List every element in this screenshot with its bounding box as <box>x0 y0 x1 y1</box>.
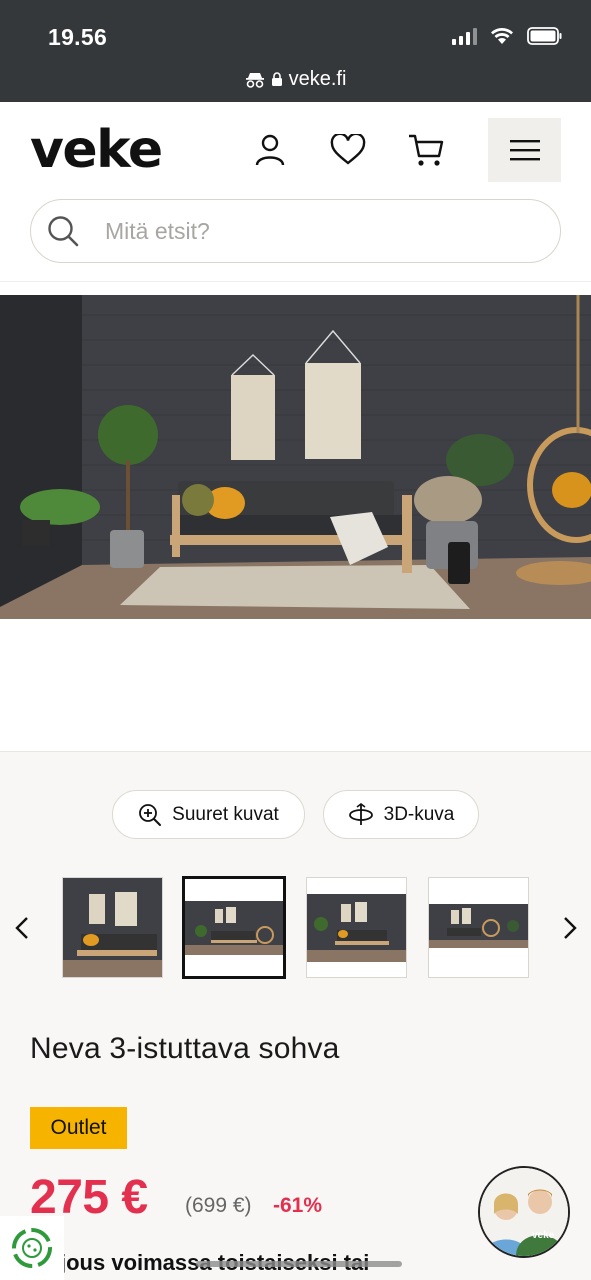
product-image-area <box>0 282 591 752</box>
chevron-left-icon <box>15 917 28 939</box>
url-text: veke.fi <box>288 68 347 90</box>
thumbnail-3[interactable] <box>306 877 407 978</box>
heart-icon <box>330 134 366 165</box>
large-images-button[interactable]: Suuret kuvat <box>112 790 305 839</box>
zoom-in-icon <box>139 803 162 826</box>
status-icons <box>452 26 563 46</box>
cart-icon <box>409 134 444 166</box>
status-time: 19.56 <box>48 24 108 50</box>
browser-url-bar[interactable]: veke.fi <box>0 68 591 91</box>
account-button[interactable] <box>248 128 292 172</box>
thumbnail-prev-button[interactable] <box>12 912 32 944</box>
home-indicator[interactable] <box>196 1261 402 1267</box>
wifi-icon <box>491 28 513 44</box>
thumbnail-2[interactable] <box>182 876 286 979</box>
veke-logo[interactable]: veke <box>30 120 163 180</box>
signal-icon <box>452 27 477 45</box>
search-field[interactable]: Mitä etsit? <box>30 199 561 263</box>
view-3d-button[interactable]: 3D-kuva <box>323 790 479 839</box>
private-browsing-icon <box>245 72 264 88</box>
support-avatars-icon: veke <box>480 1168 568 1256</box>
lock-icon <box>271 72 282 86</box>
menu-button[interactable] <box>488 118 561 182</box>
original-price: (699 €) <box>185 1194 252 1217</box>
search-icon <box>48 216 79 247</box>
cart-button[interactable] <box>404 128 448 172</box>
chevron-right-icon <box>564 917 577 939</box>
thumbnail-4[interactable] <box>428 877 529 978</box>
site-header: veke Mitä etsit? <box>0 102 591 282</box>
product-title: Neva 3-istuttava sohva <box>30 1032 340 1065</box>
discount-percentage: -61% <box>273 1194 323 1217</box>
search-input[interactable]: Mitä etsit? <box>105 218 210 245</box>
rotate-3d-icon <box>348 802 373 825</box>
large-images-label: Suuret kuvat <box>172 803 279 825</box>
user-icon <box>255 134 285 166</box>
wishlist-button[interactable] <box>326 128 370 172</box>
battery-icon <box>527 27 562 45</box>
thumbnail-next-button[interactable] <box>560 912 580 944</box>
menu-icon <box>509 140 540 161</box>
thumbnail-1[interactable] <box>62 877 163 978</box>
svg-text:veke: veke <box>532 1230 555 1241</box>
product-main-image[interactable] <box>0 295 591 619</box>
cookie-settings-button[interactable] <box>0 1216 64 1280</box>
cookie-icon <box>12 1228 52 1268</box>
outlet-badge: Outlet <box>30 1107 127 1149</box>
customer-service-chat-button[interactable]: veke <box>478 1166 570 1258</box>
status-bar: 19.56 veke.fi <box>0 0 591 102</box>
view-3d-label: 3D-kuva <box>383 803 455 825</box>
